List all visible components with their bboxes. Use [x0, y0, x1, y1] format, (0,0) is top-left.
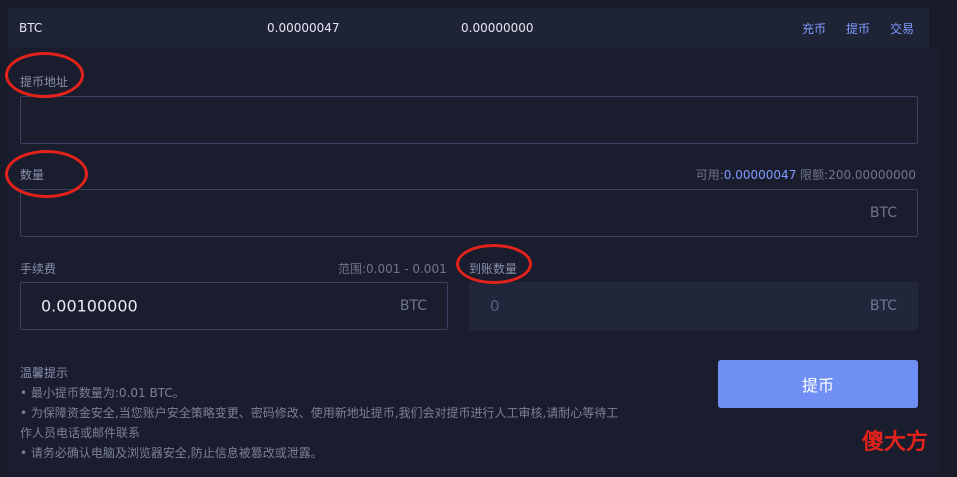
frozen-balance: 0.00000000	[461, 21, 534, 35]
withdraw-link[interactable]: 提币	[846, 20, 870, 37]
received-unit: BTC	[869, 298, 897, 314]
limit-label: 限额:	[800, 168, 829, 182]
tip-line: • 最小提币数量为:0.01 BTC。	[20, 386, 185, 400]
tips-section: 温馨提示 • 最小提币数量为:0.01 BTC。 • 为保障资金安全,当您账户安…	[20, 363, 640, 463]
tip-line: • 请务必确认电脑及浏览器安全,防止信息被篡改或泄露。	[20, 446, 323, 460]
received-field: 0 BTC	[469, 282, 918, 330]
fee-input[interactable]: 0.00100000 BTC	[20, 282, 448, 330]
fee-label: 手续费	[20, 262, 57, 276]
address-input[interactable]	[20, 96, 918, 144]
deposit-link[interactable]: 充币	[802, 20, 826, 37]
withdraw-submit-button[interactable]: 提币	[718, 360, 918, 408]
fee-value: 0.00100000	[41, 296, 138, 316]
watermark: 傻大方	[862, 424, 928, 456]
available-amount: 0.00000047	[723, 168, 797, 182]
tips-title: 温馨提示	[20, 366, 69, 380]
tip-line: • 为保障资金安全,当您账户安全策略变更、密码修改、使用新地址提币,我们会对提币…	[20, 406, 619, 440]
annotation-circle-address	[5, 52, 84, 98]
asset-row: BTC 0.00000047 0.00000000 充币 提币 交易	[8, 8, 929, 48]
annotation-circle-amount	[5, 150, 88, 198]
limit-amount: 200.00000000	[828, 168, 916, 182]
received-value: 0	[490, 297, 500, 315]
coin-name: BTC	[19, 21, 43, 35]
watermark-text: 傻大方	[862, 430, 929, 455]
asset-actions: 充币 提币 交易	[802, 20, 914, 37]
annotation-circle-received	[456, 244, 532, 284]
trade-link[interactable]: 交易	[890, 20, 914, 37]
available-label: 可用:	[695, 168, 724, 182]
amount-limits: 可用:0.00000047 限额:200.00000000	[696, 166, 916, 183]
available-balance: 0.00000047	[267, 21, 340, 35]
fee-unit: BTC	[399, 298, 427, 314]
amount-unit: BTC	[869, 205, 897, 221]
amount-input[interactable]: BTC	[20, 189, 918, 237]
fee-range: 范围:0.001 - 0.001	[338, 262, 447, 276]
